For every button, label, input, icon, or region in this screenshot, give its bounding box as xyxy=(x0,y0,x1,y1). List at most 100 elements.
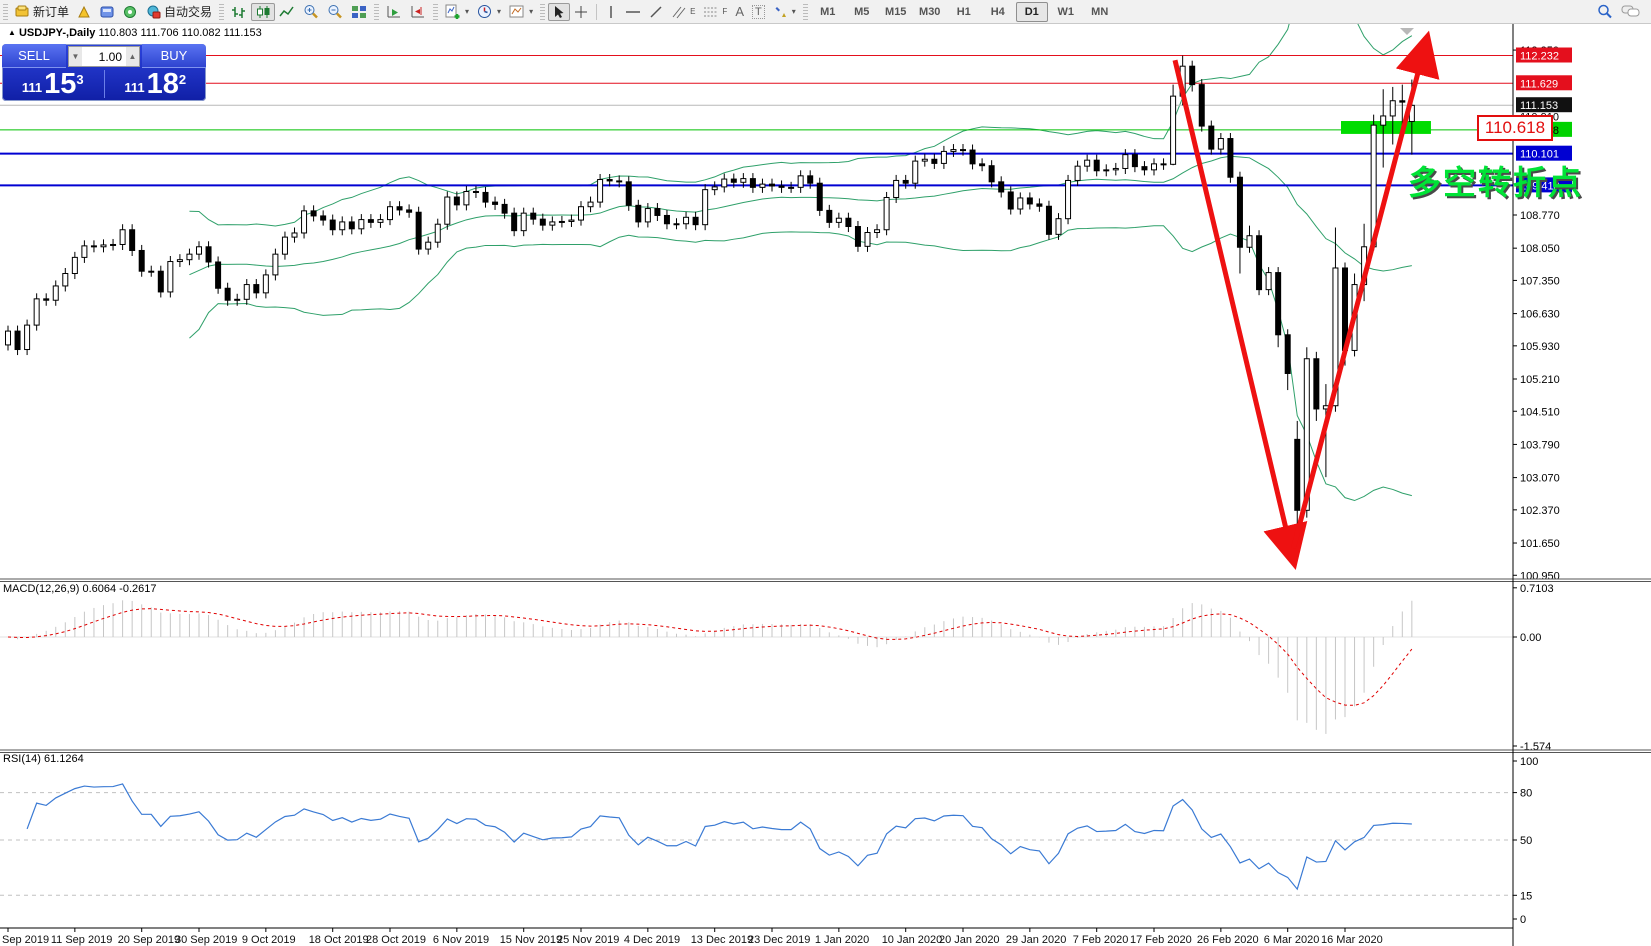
trendline-button[interactable] xyxy=(645,3,667,21)
crosshair-button[interactable] xyxy=(570,3,592,21)
chat-icon xyxy=(1621,4,1641,19)
svg-text:0: 0 xyxy=(1520,914,1526,926)
auto-scroll-button[interactable] xyxy=(382,3,406,21)
timeframe-M30[interactable]: M30 xyxy=(914,2,946,22)
toolbar-grip[interactable] xyxy=(3,4,8,20)
chat-button[interactable] xyxy=(1617,2,1645,21)
svg-text:111.629: 111.629 xyxy=(1520,78,1558,90)
vertical-line-button[interactable] xyxy=(601,3,621,21)
toolbar-grip[interactable] xyxy=(803,4,808,20)
clock-icon xyxy=(477,4,493,19)
svg-text:13 Dec 2019: 13 Dec 2019 xyxy=(691,934,753,946)
turning-point-annotation[interactable]: 多空转折点 xyxy=(1408,156,1583,204)
line-chart-button[interactable] xyxy=(275,3,299,21)
volume-input[interactable]: 1.00 xyxy=(82,50,126,64)
toolbar-grip[interactable] xyxy=(219,4,224,20)
svg-text:100: 100 xyxy=(1520,756,1538,768)
indicators-button[interactable]: ▾ xyxy=(441,2,473,21)
price-flag-label[interactable]: 110.618 xyxy=(1477,115,1553,141)
chart-shift-button[interactable] xyxy=(406,3,430,21)
volume-down-button[interactable]: ▼ xyxy=(69,47,82,66)
search-icon xyxy=(1597,4,1613,19)
buy-price[interactable]: 111 18 2 xyxy=(105,68,207,100)
data-window-button[interactable] xyxy=(96,3,119,21)
autotrading-button[interactable]: 自动交易 xyxy=(142,1,216,22)
timeframe-W1[interactable]: W1 xyxy=(1050,2,1082,22)
chart-ohlc-title: ▲ USDJPY-,Daily 110.803 111.706 110.082 … xyxy=(8,27,262,39)
equidistant-channel-button[interactable]: E xyxy=(667,3,699,21)
templates-button[interactable]: ▾ xyxy=(505,2,537,21)
timeframe-D1[interactable]: D1 xyxy=(1016,2,1048,22)
trendline-icon xyxy=(649,5,663,19)
search-button[interactable] xyxy=(1593,2,1617,21)
zoom-in-button[interactable] xyxy=(299,2,323,21)
chart-shift-marker[interactable] xyxy=(1400,28,1414,35)
periods-button[interactable]: ▾ xyxy=(473,2,505,21)
svg-text:18 Oct 2019: 18 Oct 2019 xyxy=(309,934,369,946)
chart-shift-icon xyxy=(410,5,426,19)
toolbar-grip[interactable] xyxy=(540,4,545,20)
volume-up-button[interactable]: ▲ xyxy=(126,47,139,66)
chart-canvas[interactable]: 112.350110.910108.770108.050107.350106.6… xyxy=(0,0,1651,946)
indicators-icon xyxy=(445,4,461,19)
svg-text:-1.574: -1.574 xyxy=(1520,741,1551,753)
svg-text:108.770: 108.770 xyxy=(1520,210,1560,222)
timeframe-M15[interactable]: M15 xyxy=(880,2,912,22)
sell-price[interactable]: 111 15 3 xyxy=(2,68,104,100)
mt4-terminal: { "toolbar": { "new_order_label": "新订单",… xyxy=(0,0,1651,946)
new-order-icon xyxy=(15,5,30,18)
svg-text:4 Dec 2019: 4 Dec 2019 xyxy=(624,934,680,946)
autotrading-label: 自动交易 xyxy=(164,3,212,20)
arrows-button[interactable]: ▾ xyxy=(769,3,800,21)
bar-chart-button[interactable] xyxy=(227,3,251,21)
sell-price-big: 15 xyxy=(44,70,76,99)
svg-text:1 Jan 2020: 1 Jan 2020 xyxy=(815,934,869,946)
tile-windows-icon xyxy=(351,5,367,19)
market-watch-button[interactable] xyxy=(73,3,96,21)
candlestick-icon xyxy=(255,5,271,19)
toolbar-grip[interactable] xyxy=(374,4,379,20)
cursor-icon xyxy=(552,5,566,19)
equidistant-channel-icon xyxy=(671,5,687,19)
text-label-button[interactable]: T xyxy=(748,3,769,21)
svg-text:6 Mar 2020: 6 Mar 2020 xyxy=(1264,934,1320,946)
one-click-collapse-arrow[interactable]: ▲ xyxy=(8,28,16,37)
sell-button[interactable]: SELL xyxy=(2,44,66,68)
tile-windows-button[interactable] xyxy=(347,3,371,21)
timeframe-H1[interactable]: H1 xyxy=(948,2,980,22)
svg-text:101.650: 101.650 xyxy=(1520,538,1560,550)
main-toolbar: 新订单 自动交易 ▾ ▾ xyxy=(0,0,1651,24)
svg-text:112.232: 112.232 xyxy=(1520,51,1559,63)
arrows-caret: ▾ xyxy=(792,7,796,16)
svg-text:50: 50 xyxy=(1520,835,1532,847)
signals-button[interactable] xyxy=(119,3,142,21)
new-order-label: 新订单 xyxy=(33,3,69,20)
timeframe-M1[interactable]: M1 xyxy=(812,2,844,22)
svg-text:25 Nov 2019: 25 Nov 2019 xyxy=(557,934,619,946)
svg-text:105.930: 105.930 xyxy=(1520,341,1560,353)
templates-caret: ▾ xyxy=(529,7,533,16)
toolbar-separator xyxy=(596,4,597,20)
svg-text:23 Dec 2019: 23 Dec 2019 xyxy=(748,934,810,946)
zoom-out-button[interactable] xyxy=(323,2,347,21)
new-order-button[interactable]: 新订单 xyxy=(11,1,73,22)
svg-text:16 Mar 2020: 16 Mar 2020 xyxy=(1321,934,1383,946)
symbol-period-label: USDJPY-,Daily xyxy=(19,27,95,39)
timeframe-MN[interactable]: MN xyxy=(1084,2,1116,22)
timeframe-H4[interactable]: H4 xyxy=(982,2,1014,22)
timeframe-M5[interactable]: M5 xyxy=(846,2,878,22)
horizontal-line-icon xyxy=(625,5,641,19)
cursor-button[interactable] xyxy=(548,3,570,21)
fibonacci-button[interactable]: F xyxy=(699,3,731,21)
buy-button[interactable]: BUY xyxy=(142,44,206,68)
svg-text:103.790: 103.790 xyxy=(1520,439,1560,451)
candlestick-button[interactable] xyxy=(251,3,275,21)
indicators-caret: ▾ xyxy=(465,7,469,16)
periods-caret: ▾ xyxy=(497,7,501,16)
toolbar-grip[interactable] xyxy=(433,4,438,20)
horizontal-line-button[interactable] xyxy=(621,3,645,21)
svg-text:106.630: 106.630 xyxy=(1520,309,1560,321)
text-button[interactable]: A xyxy=(731,2,748,21)
svg-text:Sep 2019: Sep 2019 xyxy=(2,934,49,946)
svg-text:11 Sep 2019: 11 Sep 2019 xyxy=(51,934,113,946)
